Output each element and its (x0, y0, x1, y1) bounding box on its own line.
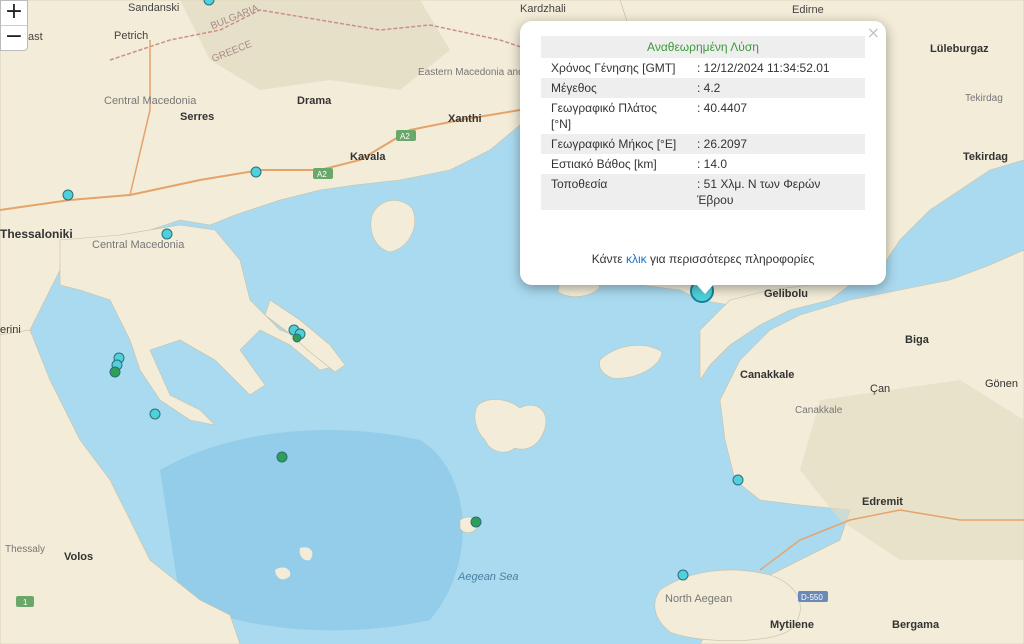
label-volos: Volos (64, 551, 93, 563)
row-longitude-key: Γεωγραφικό Μήκος [°E] (541, 134, 687, 154)
label-canakkale-small: Canakkale (795, 405, 843, 416)
marker-athos-3[interactable] (292, 333, 302, 343)
more-info-text: Κάντε κλικ για περισσότερες πληροφορίες (520, 252, 886, 266)
marker-gulf-3[interactable] (109, 366, 121, 378)
more-info-link[interactable]: κλικ (626, 252, 647, 266)
popup-close-button[interactable]: × (867, 23, 880, 42)
row-latitude-key: Γεωγραφικό Πλάτος [°N] (551, 101, 657, 131)
deep-sea-area (160, 430, 463, 631)
marker-thessaloniki-north[interactable] (62, 189, 74, 201)
label-can: Çan (870, 383, 890, 395)
row-latitude-value: : 40.4407 (697, 101, 748, 115)
row-magnitude-key: Μέγεθος (541, 78, 687, 98)
row-location-value: : 51 Χλμ. N των Φερών Έβρου (687, 174, 865, 210)
more-info-suffix: για περισσότερες πληροφορίες (646, 252, 815, 266)
label-canakkale: Canakkale (740, 369, 794, 381)
label-edremit: Edremit (862, 496, 903, 508)
label-gelibolu: Gelibolu (764, 288, 808, 300)
row-origin-time-key: Χρόνος Γένησης [GMT] (551, 61, 676, 75)
event-details-table: Αναθεωρημένη Λύση Χρόνος Γένησης [GMT] : … (541, 36, 865, 210)
row-origin-time-value: : 12/12/2024 11:34:52.01 (697, 61, 830, 75)
marker-drama-area[interactable] (250, 166, 262, 178)
more-info-prefix: Κάντε (591, 252, 626, 266)
shield-route1-label: 1 (23, 598, 28, 607)
marker-chalkidiki-west[interactable] (161, 228, 173, 240)
label-serres: Serres (180, 111, 214, 123)
label-luleburgaz: Lüleburgaz (930, 43, 989, 55)
label-tekirdag-small: Tekirdag (965, 93, 1003, 104)
label-central-macedonia: Central Macedonia (104, 95, 197, 107)
label-drama: Drama (297, 95, 332, 107)
label-central-macedonia-2: Central Macedonia (92, 239, 185, 251)
label-sandanski: Sandanski (128, 2, 179, 14)
shield-d550-label: D-550 (801, 593, 823, 602)
row-depth-key: Εστιακό Βάθος [km] (551, 157, 657, 171)
label-xanthi: Xanthi (448, 113, 482, 125)
label-thessaly: Thessaly (5, 544, 45, 555)
label-biga: Biga (905, 334, 930, 346)
label-aegean-sea: Aegean Sea (457, 571, 519, 583)
row-location-key: Τοποθεσία (541, 174, 687, 210)
label-bergama: Bergama (892, 619, 940, 631)
popup-tip (696, 284, 714, 294)
label-kardzhali: Kardzhali (520, 3, 566, 15)
label-tekirdag: Tekirdag (963, 151, 1008, 163)
popup-title: Αναθεωρημένη Λύση (541, 36, 865, 58)
shield-a2-b-label: A2 (317, 170, 327, 179)
row-depth-value: : 14.0 (697, 157, 728, 171)
label-north-aegean: North Aegean (665, 593, 732, 605)
event-popup: × Αναθεωρημένη Λύση Χρόνος Γένησης [GMT]… (520, 21, 886, 294)
label-petrich: Petrich (114, 30, 148, 42)
marker-kassandra[interactable] (149, 408, 161, 420)
marker-sea-green-1[interactable] (276, 451, 288, 463)
zoom-out-button[interactable]: − (1, 25, 27, 50)
row-longitude-value: : 26.2097 (687, 134, 865, 154)
label-mytilene: Mytilene (770, 619, 814, 631)
zoom-control: + − (0, 0, 28, 51)
marker-north-aegean[interactable] (677, 569, 689, 581)
label-gast: ast (28, 31, 43, 43)
label-edirne: Edirne (792, 4, 824, 16)
label-gonen: Gönen (985, 378, 1018, 390)
row-magnitude-value: : 4.2 (687, 78, 865, 98)
label-thessaloniki: Thessaloniki (0, 227, 73, 241)
shield-a2-label: A2 (400, 132, 410, 141)
marker-sea-green-2[interactable] (470, 516, 482, 528)
label-kavala: Kavala (350, 151, 386, 163)
label-rini: erini (0, 324, 21, 336)
marker-biga-peninsula[interactable] (732, 474, 744, 486)
zoom-in-button[interactable]: + (1, 1, 27, 25)
